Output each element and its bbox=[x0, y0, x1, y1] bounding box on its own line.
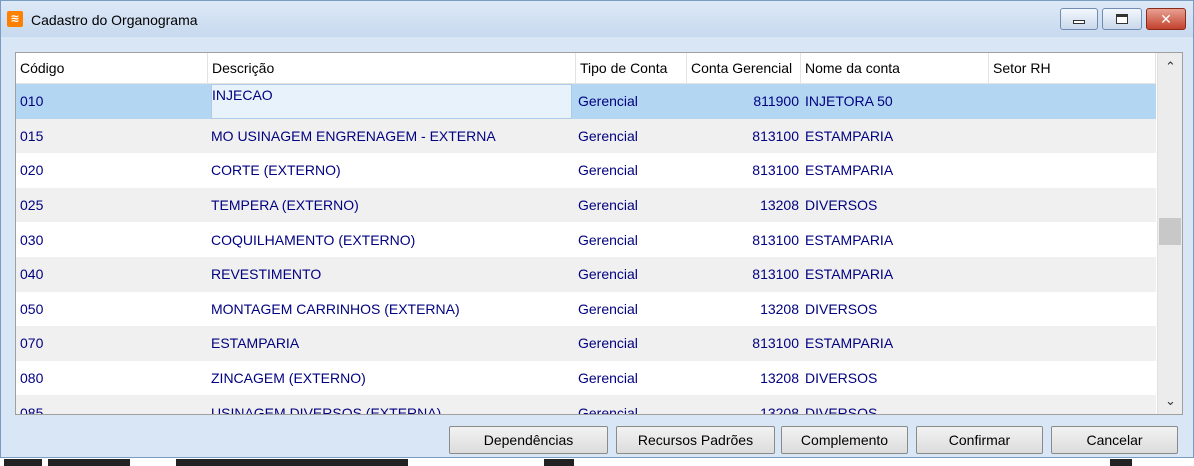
column-header-descricao[interactable]: Descrição bbox=[208, 53, 576, 84]
table-row[interactable]: 010 INJECAO Gerencial 811900 INJETORA 50 bbox=[16, 84, 1156, 119]
cell-tipo-conta[interactable]: Gerencial bbox=[578, 153, 683, 188]
cell-codigo[interactable]: 040 bbox=[20, 257, 206, 292]
cell-conta-gerencial[interactable]: 13208 bbox=[689, 292, 799, 327]
cell-nome-conta[interactable]: ESTAMPARIA bbox=[805, 326, 985, 361]
cell-setor-rh[interactable] bbox=[993, 361, 1153, 396]
table-row[interactable]: 025 TEMPERA (EXTERNO) Gerencial 13208 DIVERS… bbox=[16, 187, 1156, 223]
complemento-button[interactable]: Complemento bbox=[781, 426, 908, 454]
cell-tipo-conta[interactable]: Gerencial bbox=[578, 84, 683, 119]
cell-descricao[interactable]: USINAGEM DIVERSOS (EXTERNA) bbox=[211, 395, 572, 414]
cell-descricao[interactable]: CORTE (EXTERNO) bbox=[211, 153, 572, 188]
table-row[interactable]: 020 CORTE (EXTERNO) Gerencial 813100 ESTAMPA… bbox=[16, 153, 1156, 188]
cell-conta-gerencial[interactable]: 813100 bbox=[689, 153, 799, 188]
column-header-tipo-conta[interactable]: Tipo de Conta bbox=[576, 53, 687, 84]
window-title: Cadastro do Organograma bbox=[31, 12, 198, 28]
cell-descricao[interactable]: INJECAO bbox=[211, 84, 572, 119]
cell-conta-gerencial[interactable]: 813100 bbox=[689, 257, 799, 292]
cell-setor-rh[interactable] bbox=[993, 222, 1153, 257]
confirmar-button[interactable]: Confirmar bbox=[916, 426, 1043, 454]
dependencias-button[interactable]: Dependências bbox=[449, 426, 608, 454]
cell-descricao[interactable]: REVESTIMENTO bbox=[211, 257, 572, 292]
cell-conta-gerencial[interactable]: 813100 bbox=[689, 119, 799, 154]
cell-conta-gerencial[interactable]: 813100 bbox=[689, 326, 799, 361]
cell-setor-rh[interactable] bbox=[993, 257, 1153, 292]
cell-setor-rh[interactable] bbox=[993, 119, 1153, 154]
scroll-up-arrow-icon[interactable]: ⌃ bbox=[1158, 55, 1182, 79]
cancelar-button[interactable]: Cancelar bbox=[1051, 426, 1178, 454]
cell-nome-conta[interactable]: ESTAMPARIA bbox=[805, 153, 985, 188]
maximize-button[interactable] bbox=[1102, 8, 1142, 30]
cell-nome-conta[interactable]: ESTAMPARIA bbox=[805, 222, 985, 257]
cell-conta-gerencial[interactable]: 813100 bbox=[689, 222, 799, 257]
table-row[interactable]: 070 ESTAMPARIA Gerencial 813100 ESTAMPARIA bbox=[16, 326, 1156, 361]
cell-descricao[interactable]: MO USINAGEM ENGRENAGEM - EXTERNA bbox=[211, 119, 572, 154]
table-row[interactable]: 030 COQUILHAMENTO (EXTERNO) Gerencial 81310… bbox=[16, 222, 1156, 257]
cell-codigo[interactable]: 080 bbox=[20, 361, 206, 396]
cell-setor-rh[interactable] bbox=[993, 188, 1153, 223]
cell-setor-rh[interactable] bbox=[993, 84, 1153, 119]
cell-conta-gerencial[interactable]: 13208 bbox=[689, 395, 799, 414]
background-window-edge bbox=[0, 459, 1194, 466]
cell-tipo-conta[interactable]: Gerencial bbox=[578, 222, 683, 257]
cell-codigo[interactable]: 010 bbox=[20, 84, 206, 119]
title-bar[interactable]: ≋ Cadastro do Organograma ✕ bbox=[1, 1, 1193, 37]
main-window: ≋ Cadastro do Organograma ✕ Código Descr… bbox=[0, 0, 1194, 458]
cell-nome-conta[interactable]: INJETORA 50 bbox=[805, 84, 985, 119]
cell-tipo-conta[interactable]: Gerencial bbox=[578, 395, 683, 414]
table-row[interactable]: 050 MONTAGEM CARRINHOS (EXTERNA) Gerencial… bbox=[16, 292, 1156, 327]
cell-tipo-conta[interactable]: Gerencial bbox=[578, 119, 683, 154]
cell-setor-rh[interactable] bbox=[993, 292, 1153, 327]
column-header-codigo[interactable]: Código bbox=[16, 53, 208, 84]
column-header-nome-conta[interactable]: Nome da conta bbox=[801, 53, 989, 84]
vertical-scrollbar[interactable]: ⌃ ⌄ bbox=[1157, 53, 1182, 414]
cell-conta-gerencial[interactable]: 13208 bbox=[689, 361, 799, 396]
cell-nome-conta[interactable]: DIVERSOS bbox=[805, 188, 985, 223]
cell-descricao[interactable]: COQUILHAMENTO (EXTERNO) bbox=[211, 222, 572, 257]
recursos-padroes-button[interactable]: Recursos Padrões bbox=[616, 426, 775, 454]
grid-rows: 010 INJECAO Gerencial 811900 INJETORA 50 015 M… bbox=[16, 84, 1156, 414]
cell-tipo-conta[interactable]: Gerencial bbox=[578, 326, 683, 361]
cell-setor-rh[interactable] bbox=[993, 395, 1153, 414]
cell-conta-gerencial[interactable]: 13208 bbox=[689, 188, 799, 223]
cell-tipo-conta[interactable]: Gerencial bbox=[578, 292, 683, 327]
cell-codigo[interactable]: 025 bbox=[20, 188, 206, 223]
table-row[interactable]: 080 ZINCAGEM (EXTERNO) Gerencial 13208 DIVER… bbox=[16, 361, 1156, 396]
cell-descricao[interactable]: ZINCAGEM (EXTERNO) bbox=[211, 361, 572, 396]
cell-codigo[interactable]: 070 bbox=[20, 326, 206, 361]
close-button[interactable]: ✕ bbox=[1146, 8, 1186, 30]
maximize-icon bbox=[1116, 14, 1128, 24]
cell-nome-conta[interactable]: DIVERSOS bbox=[805, 292, 985, 327]
organograma-grid[interactable]: Código Descrição Tipo de Conta Conta Ger… bbox=[15, 52, 1183, 415]
minimize-button[interactable] bbox=[1060, 8, 1098, 30]
table-row[interactable]: 040 REVESTIMENTO Gerencial 813100 ESTAMPARIA bbox=[16, 256, 1156, 292]
cell-conta-gerencial[interactable]: 811900 bbox=[689, 84, 799, 119]
cell-codigo[interactable]: 085 bbox=[20, 395, 206, 414]
column-header-conta-gerencial[interactable]: Conta Gerencial bbox=[687, 53, 801, 84]
cell-nome-conta[interactable]: DIVERSOS bbox=[805, 395, 985, 414]
cell-codigo[interactable]: 015 bbox=[20, 119, 206, 154]
cell-tipo-conta[interactable]: Gerencial bbox=[578, 361, 683, 396]
column-header-setor-rh[interactable]: Setor RH bbox=[989, 53, 1156, 84]
cell-nome-conta[interactable]: ESTAMPARIA bbox=[805, 119, 985, 154]
cell-setor-rh[interactable] bbox=[993, 153, 1153, 188]
cell-tipo-conta[interactable]: Gerencial bbox=[578, 257, 683, 292]
scrollbar-thumb[interactable] bbox=[1159, 218, 1181, 245]
cell-descricao[interactable]: ESTAMPARIA bbox=[211, 326, 572, 361]
cell-nome-conta[interactable]: DIVERSOS bbox=[805, 361, 985, 396]
minimize-icon bbox=[1073, 20, 1085, 24]
cell-codigo[interactable]: 050 bbox=[20, 292, 206, 327]
scroll-down-arrow-icon[interactable]: ⌄ bbox=[1158, 389, 1182, 413]
table-row[interactable]: 085 USINAGEM DIVERSOS (EXTERNA) Gerencial 1… bbox=[16, 395, 1156, 414]
cell-descricao[interactable]: TEMPERA (EXTERNO) bbox=[211, 188, 572, 223]
table-row[interactable]: 015 MO USINAGEM ENGRENAGEM - EXTERNA Geren… bbox=[16, 118, 1156, 154]
cell-codigo[interactable]: 020 bbox=[20, 153, 206, 188]
cell-nome-conta[interactable]: ESTAMPARIA bbox=[805, 257, 985, 292]
cell-codigo[interactable]: 030 bbox=[20, 222, 206, 257]
grid-header: Código Descrição Tipo de Conta Conta Ger… bbox=[16, 53, 1156, 84]
app-logo-icon: ≋ bbox=[7, 11, 23, 27]
cell-tipo-conta[interactable]: Gerencial bbox=[578, 188, 683, 223]
cell-descricao[interactable]: MONTAGEM CARRINHOS (EXTERNA) bbox=[211, 292, 572, 327]
close-icon: ✕ bbox=[1160, 11, 1172, 27]
cell-setor-rh[interactable] bbox=[993, 326, 1153, 361]
